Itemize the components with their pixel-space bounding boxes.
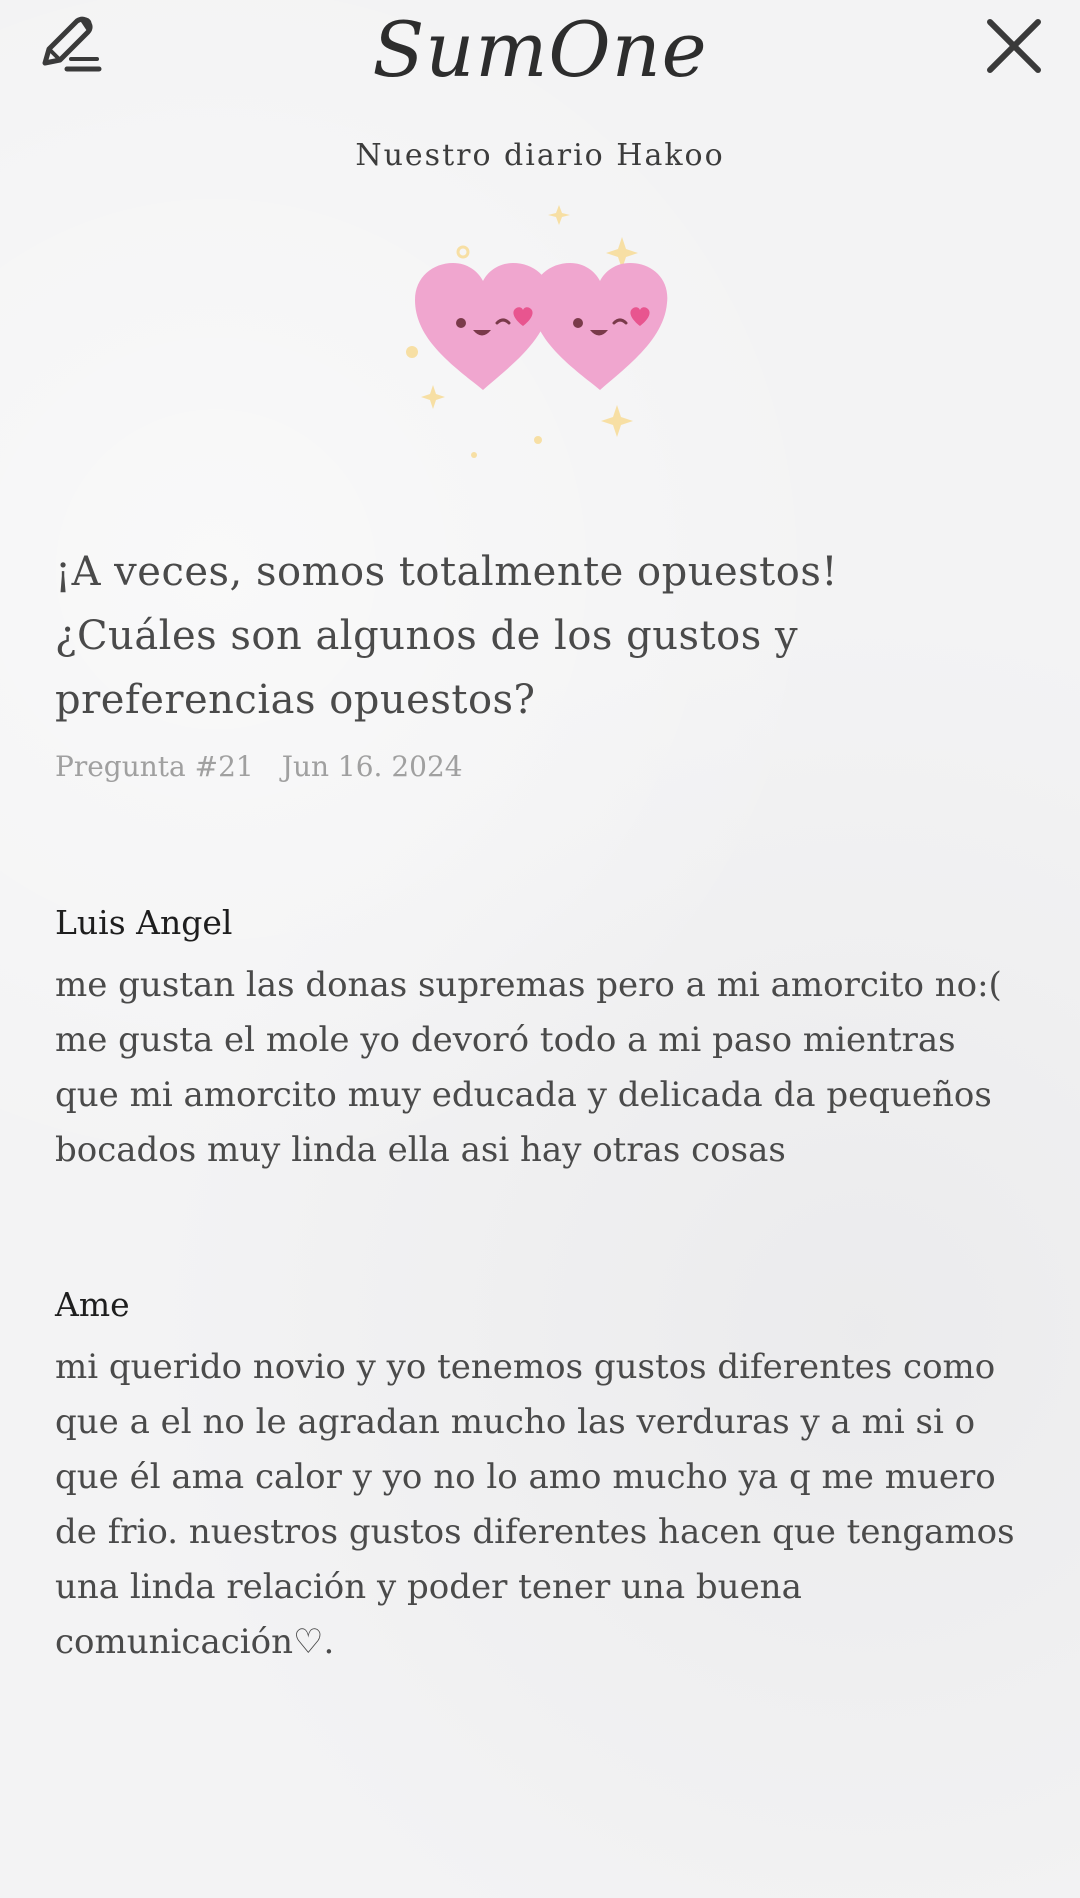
answer-author: Luis Angel: [55, 903, 233, 942]
two-hearts-icon: [395, 195, 685, 470]
top-bar: SumOne: [0, 0, 1080, 100]
question-text: ¡A veces, somos totalmente opuestos! ¿Cu…: [55, 540, 1025, 732]
close-button[interactable]: [974, 8, 1054, 88]
answer-author: Ame: [55, 1285, 130, 1324]
diary-title: Nuestro diario Hakoo: [355, 138, 725, 173]
close-x-icon: [984, 16, 1044, 80]
question-number: Pregunta #21: [55, 750, 254, 783]
question-meta: Pregunta #21 Jun 16. 2024: [55, 750, 463, 783]
answer-text: me gustan las donas supremas pero a mi a…: [55, 965, 1002, 1170]
answer-card: Ame mi querido novio y yo tenemos gustos…: [55, 1282, 1030, 1670]
question-line-2: ¿Cuáles son algunos de los gustos y pref…: [55, 613, 799, 723]
answer-text: mi querido novio y yo tenemos gustos dif…: [55, 1347, 1015, 1662]
app-logo: SumOne: [372, 5, 708, 94]
question-line-1: ¡A veces, somos totalmente opuestos!: [55, 549, 838, 595]
answer-card: Luis Angel me gustan las donas supremas …: [55, 900, 1030, 1178]
question-date: Jun 16. 2024: [281, 750, 463, 783]
